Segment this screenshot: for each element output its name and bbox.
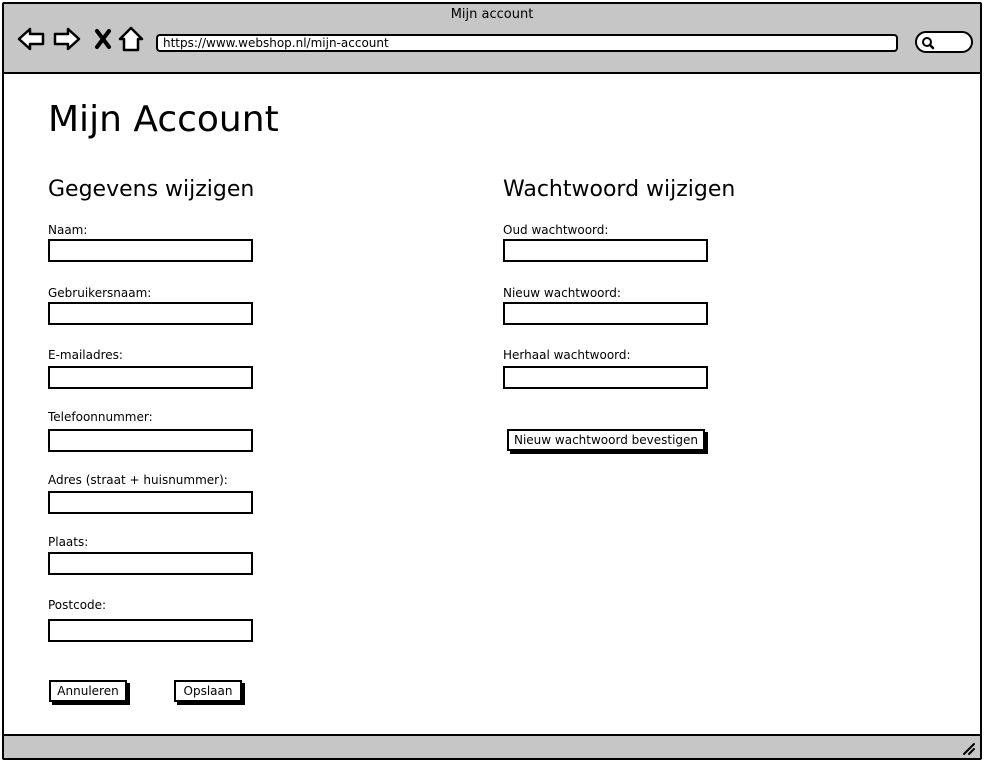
field-label-telefoon: Telefoonnummer: <box>48 410 153 424</box>
field-label-nieuw-wachtwoord: Nieuw wachtwoord: <box>503 286 621 300</box>
resize-grip-icon[interactable] <box>960 740 976 756</box>
field-label-naam: Naam: <box>48 223 88 237</box>
cancel-button[interactable]: Annuleren <box>49 680 127 702</box>
home-icon[interactable] <box>116 24 146 54</box>
field-label-email: E-mailadres: <box>48 348 123 362</box>
page-content: Mijn Account Gegevens wijzigen Naam: Geb… <box>4 74 980 736</box>
email-input[interactable] <box>48 366 253 389</box>
url-bar[interactable]: https://www.webshop.nl/mijn-account <box>156 34 898 52</box>
telefoon-input[interactable] <box>48 429 253 452</box>
browser-window: Mijn account https://www.webshop.nl/mijn… <box>2 2 982 760</box>
new-password-input[interactable] <box>503 302 708 325</box>
save-button[interactable]: Opslaan <box>174 680 242 702</box>
field-label-gebruikersnaam: Gebruikersnaam: <box>48 286 152 300</box>
status-bar <box>4 734 980 758</box>
search-icon <box>922 37 935 50</box>
search-field[interactable] <box>915 31 973 53</box>
field-label-postcode: Postcode: <box>48 598 107 612</box>
browser-toolbar: Mijn account https://www.webshop.nl/mijn… <box>4 4 980 74</box>
field-label-oud-wachtwoord: Oud wachtwoord: <box>503 223 609 237</box>
window-title: Mijn account <box>450 7 534 22</box>
confirm-password-button[interactable]: Nieuw wachtwoord bevestigen <box>507 429 705 451</box>
repeat-password-input[interactable] <box>503 366 708 389</box>
old-password-input[interactable] <box>503 239 708 262</box>
naam-input[interactable] <box>48 239 253 262</box>
section-title-gegevens: Gegevens wijzigen <box>48 177 255 202</box>
field-label-adres: Adres (straat + huisnummer): <box>48 473 228 487</box>
page-title: Mijn Account <box>48 99 279 140</box>
forward-arrow-icon[interactable] <box>52 24 82 54</box>
section-title-wachtwoord: Wachtwoord wijzigen <box>503 177 736 202</box>
gebruikersnaam-input[interactable] <box>48 302 253 325</box>
field-label-herhaal-wachtwoord: Herhaal wachtwoord: <box>503 348 631 362</box>
close-icon[interactable] <box>88 24 118 54</box>
back-arrow-icon[interactable] <box>16 24 46 54</box>
field-label-plaats: Plaats: <box>48 535 89 549</box>
postcode-input[interactable] <box>48 619 253 642</box>
adres-input[interactable] <box>48 491 253 514</box>
plaats-input[interactable] <box>48 552 253 575</box>
